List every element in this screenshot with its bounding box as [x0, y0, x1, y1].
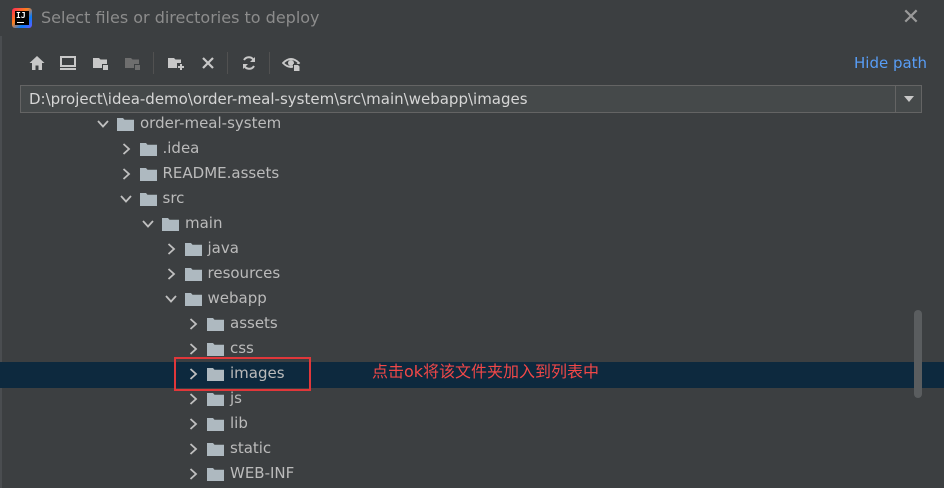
folder-icon: [207, 368, 224, 381]
tree-row-label: resources: [207, 264, 281, 282]
chevron-right-icon[interactable]: [119, 142, 133, 156]
chevron-right-icon[interactable]: [186, 467, 200, 481]
tree-row-label: assets: [230, 314, 278, 332]
tree-row-src[interactable]: src: [0, 187, 944, 212]
folder-icon: [207, 418, 224, 431]
folder-icon: [139, 193, 157, 206]
tree-row-order-meal-system[interactable]: order-meal-system: [0, 113, 944, 137]
tree-row-label: .idea: [162, 139, 200, 157]
directory-tree[interactable]: order-meal-system .idea README.assets src ma…: [0, 113, 944, 488]
tree-row-label: WEB-INF: [230, 464, 295, 482]
refresh-icon[interactable]: [238, 50, 260, 76]
folder-icon: [139, 168, 157, 181]
tree-row-resources[interactable]: resources: [0, 262, 944, 287]
new-folder-icon[interactable]: [165, 50, 187, 76]
annotation-text: 点击ok将该文件夹加入到列表中: [372, 362, 600, 381]
tree-row-readme-assets[interactable]: README.assets: [0, 162, 944, 187]
close-icon[interactable]: ✕: [899, 6, 923, 30]
chevron-right-icon[interactable]: [186, 342, 200, 356]
tree-row-label: main: [185, 214, 223, 232]
chevron-down-icon[interactable]: [96, 117, 110, 131]
folder-icon: [207, 343, 224, 356]
chevron-right-icon[interactable]: [164, 242, 178, 256]
tree-row-label: js: [230, 389, 242, 407]
delete-icon[interactable]: [197, 50, 219, 76]
path-input[interactable]: [21, 86, 895, 112]
tree-row-label: static: [230, 439, 272, 457]
path-combobox: [20, 85, 922, 113]
home-icon[interactable]: [26, 50, 48, 76]
tree-row-web-inf[interactable]: WEB-INF: [0, 462, 944, 487]
desktop-icon[interactable]: [57, 50, 79, 76]
chevron-right-icon[interactable]: [186, 367, 200, 381]
project-folder-icon[interactable]: [90, 50, 112, 76]
toolbar-separator: [269, 52, 270, 74]
tree-row-label: README.assets: [162, 164, 280, 182]
tree-row-label: css: [230, 339, 254, 357]
tree-row-label: images: [230, 364, 285, 382]
folder-icon: [207, 443, 224, 456]
tree-row-java[interactable]: java: [0, 237, 944, 262]
dialog-title: Select files or directories to deploy: [41, 8, 320, 27]
tree-row-label: order-meal-system: [140, 114, 282, 132]
chevron-right-icon[interactable]: [186, 317, 200, 331]
folder-icon: [207, 468, 224, 481]
folder-icon: [139, 143, 157, 156]
hide-path-link[interactable]: Hide path: [854, 54, 927, 72]
tree-row-label: src: [162, 189, 185, 207]
dialog-titlebar: IJ Select files or directories to deploy…: [0, 0, 944, 36]
folder-icon: [207, 393, 224, 406]
toolbar-separator: [227, 52, 228, 74]
tree-row-main[interactable]: main: [0, 212, 944, 237]
folder-icon: [162, 218, 179, 231]
chevron-right-icon[interactable]: [186, 392, 200, 406]
intellij-idea-icon: IJ: [12, 8, 32, 28]
folder-icon: [117, 118, 134, 131]
tree-row-label: webapp: [207, 289, 267, 307]
folder-icon: [184, 268, 202, 281]
chevron-down-icon[interactable]: [119, 192, 133, 206]
folder-icon: [184, 293, 202, 306]
tree-row-label: lib: [230, 414, 248, 432]
folder-icon: [184, 243, 202, 256]
module-folder-icon[interactable]: [122, 50, 144, 76]
tree-row-static[interactable]: static: [0, 437, 944, 462]
chevron-down-icon[interactable]: [164, 292, 178, 306]
tree-row-lib[interactable]: lib: [0, 412, 944, 437]
chevron-down-icon[interactable]: [141, 217, 155, 231]
folder-icon: [207, 318, 224, 331]
chevron-right-icon[interactable]: [119, 167, 133, 181]
chevron-right-icon[interactable]: [186, 442, 200, 456]
tree-row-assets[interactable]: assets: [0, 312, 944, 337]
show-hidden-icon[interactable]: [281, 50, 303, 76]
tree-scrollbar-thumb[interactable]: [914, 310, 922, 398]
tree-row-js[interactable]: js: [0, 387, 944, 412]
chevron-down-icon[interactable]: [895, 86, 922, 112]
toolbar-separator: [153, 52, 154, 74]
tree-row-idea[interactable]: .idea: [0, 137, 944, 162]
tree-row-webapp[interactable]: webapp: [0, 287, 944, 312]
chevron-right-icon[interactable]: [164, 267, 178, 281]
tree-row-label: java: [207, 239, 239, 257]
chevron-right-icon[interactable]: [186, 417, 200, 431]
